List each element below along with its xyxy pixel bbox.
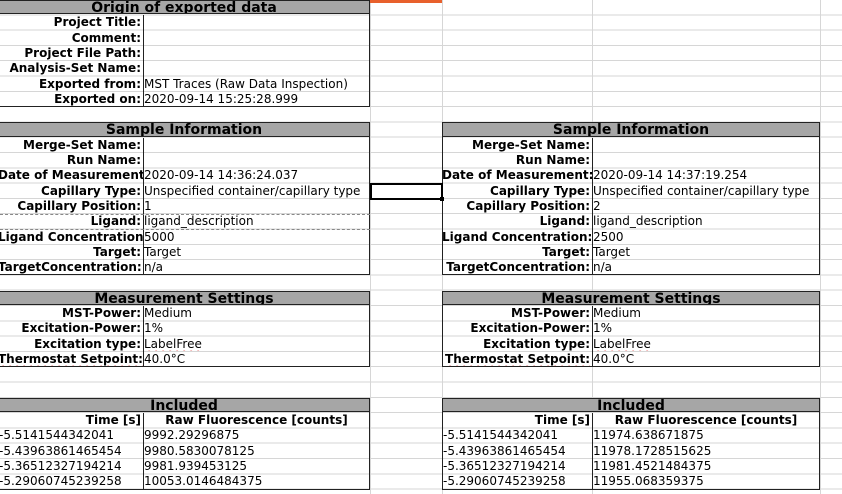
field-value[interactable]: 5000: [143, 230, 370, 244]
field-value[interactable]: [143, 46, 370, 60]
field-label: Exported on:: [54, 91, 141, 106]
field-value[interactable]: LabelFree: [143, 337, 370, 351]
field-label: MST-Power:: [511, 306, 590, 320]
field-label: Ligand Concentration:: [442, 229, 592, 244]
field-value[interactable]: ligand_description: [143, 214, 370, 228]
fluorescence-cell[interactable]: 10053.0146484375: [143, 474, 370, 488]
field-label: Merge-Set Name:: [472, 137, 590, 152]
field-value[interactable]: 1%: [143, 321, 370, 335]
field-label: Exported from:: [38, 76, 141, 91]
field-value[interactable]: 2: [592, 199, 820, 213]
field-value[interactable]: [143, 153, 370, 167]
field-value[interactable]: [143, 31, 370, 45]
selected-column-indicator: [370, 0, 442, 3]
measurement-settings-header: Measurement Settings: [442, 290, 820, 305]
field-label: Ligand:: [90, 214, 141, 229]
field-label: Excitation type:: [483, 336, 590, 351]
fluorescence-cell[interactable]: 11974.638671875: [592, 428, 820, 442]
included-header: Included: [0, 397, 370, 413]
field-value[interactable]: 1: [143, 199, 370, 213]
field-value[interactable]: [143, 15, 370, 29]
field-value[interactable]: 2020-09-14 15:25:28.999: [143, 92, 370, 106]
fluorescence-cell[interactable]: 9981.939453125: [143, 459, 370, 473]
field-label: Capillary Type:: [41, 183, 141, 198]
field-value[interactable]: 2020-09-14 14:37:19.254: [592, 168, 820, 182]
field-label: Comment:: [71, 30, 141, 45]
field-label: Analysis-Set Name:: [9, 61, 141, 76]
fluorescence-cell[interactable]: 9980.5830078125: [143, 444, 370, 458]
field-label: Ligand:: [539, 214, 590, 229]
field-label: Capillary Type:: [490, 183, 590, 198]
field-label: Date of Measurement:: [442, 168, 592, 183]
field-value[interactable]: MST Traces (Raw Data Inspection): [143, 77, 370, 91]
field-value[interactable]: ligand_description: [592, 214, 820, 228]
field-label: Excitation type:: [34, 336, 141, 351]
field-value[interactable]: Medium: [592, 306, 820, 320]
column-divider: [820, 0, 821, 494]
sample-info-header: Sample Information: [442, 122, 820, 137]
time-cell[interactable]: -5.36512327194214: [0, 459, 143, 473]
field-value[interactable]: Unspecified container/capillary type: [143, 184, 370, 198]
field-label: Thermostat Setpoint:: [0, 351, 143, 366]
field-value[interactable]: LabelFree: [592, 337, 820, 351]
origin-header: Origin of exported data: [0, 0, 370, 15]
field-value[interactable]: [143, 138, 370, 152]
field-label: Merge-Set Name:: [23, 137, 141, 152]
time-cell[interactable]: -5.5141544342041: [442, 428, 592, 442]
field-label: Run Name:: [515, 153, 590, 167]
field-label: Excitation-Power:: [470, 321, 590, 336]
field-label: Ligand Concentration:: [0, 229, 143, 244]
field-label: Excitation-Power:: [21, 321, 141, 336]
fluorescence-cell[interactable]: 9992.29296875: [143, 428, 370, 442]
field-label: Run Name:: [66, 153, 141, 167]
fluorescence-cell[interactable]: 11955.068359375: [592, 474, 820, 488]
fluorescence-cell[interactable]: 11978.1728515625: [592, 444, 820, 458]
field-value[interactable]: [592, 138, 820, 152]
time-cell[interactable]: -5.29060745239258: [0, 474, 143, 488]
field-value[interactable]: Target: [143, 245, 370, 259]
fill-handle[interactable]: [440, 196, 444, 201]
field-value[interactable]: 40.0°C: [143, 352, 370, 366]
time-cell[interactable]: -5.5141544342041: [0, 428, 143, 442]
field-label: Target:: [93, 244, 141, 259]
column-header-time: Time [s]: [534, 413, 590, 428]
time-cell[interactable]: -5.43963861465454: [0, 444, 143, 458]
field-label: TargetConcentration:: [0, 260, 142, 275]
field-label: Date of Measurement:: [0, 168, 143, 183]
field-value[interactable]: 2500: [592, 230, 820, 244]
field-label: Project File Path:: [24, 45, 141, 60]
field-value[interactable]: n/a: [143, 260, 370, 274]
field-value[interactable]: [143, 61, 370, 75]
field-value[interactable]: 40.0°C: [592, 352, 820, 366]
field-value[interactable]: Medium: [143, 306, 370, 320]
field-value[interactable]: 2020-09-14 14:36:24.037: [143, 168, 370, 182]
field-value[interactable]: Unspecified container/capillary type: [592, 184, 820, 198]
field-value[interactable]: n/a: [592, 260, 820, 274]
time-cell[interactable]: -5.36512327194214: [442, 459, 592, 473]
field-label: Capillary Position:: [466, 198, 590, 213]
field-label: MST-Power:: [62, 306, 141, 320]
field-value[interactable]: Target: [592, 245, 820, 259]
column-divider: [370, 0, 371, 494]
column-header-fluorescence: Raw Fluorescence [counts]: [614, 413, 798, 428]
included-header: Included: [442, 397, 820, 413]
column-header-time: Time [s]: [85, 413, 141, 428]
field-label: Target:: [542, 244, 590, 259]
field-label: TargetConcentration:: [446, 260, 590, 275]
field-value[interactable]: 1%: [592, 321, 820, 335]
field-value[interactable]: [592, 153, 820, 167]
time-cell[interactable]: -5.29060745239258: [442, 474, 592, 488]
field-label: Thermostat Setpoint:: [445, 351, 590, 366]
fluorescence-cell[interactable]: 11981.4521484375: [592, 459, 820, 473]
field-label: Capillary Position:: [17, 198, 141, 213]
column-header-fluorescence: Raw Fluorescence [counts]: [165, 413, 348, 428]
sample-info-header: Sample Information: [0, 122, 370, 137]
time-cell[interactable]: -5.43963861465454: [442, 444, 592, 458]
measurement-settings-header: Measurement Settings: [0, 290, 370, 305]
field-label: Project Title:: [53, 15, 141, 30]
